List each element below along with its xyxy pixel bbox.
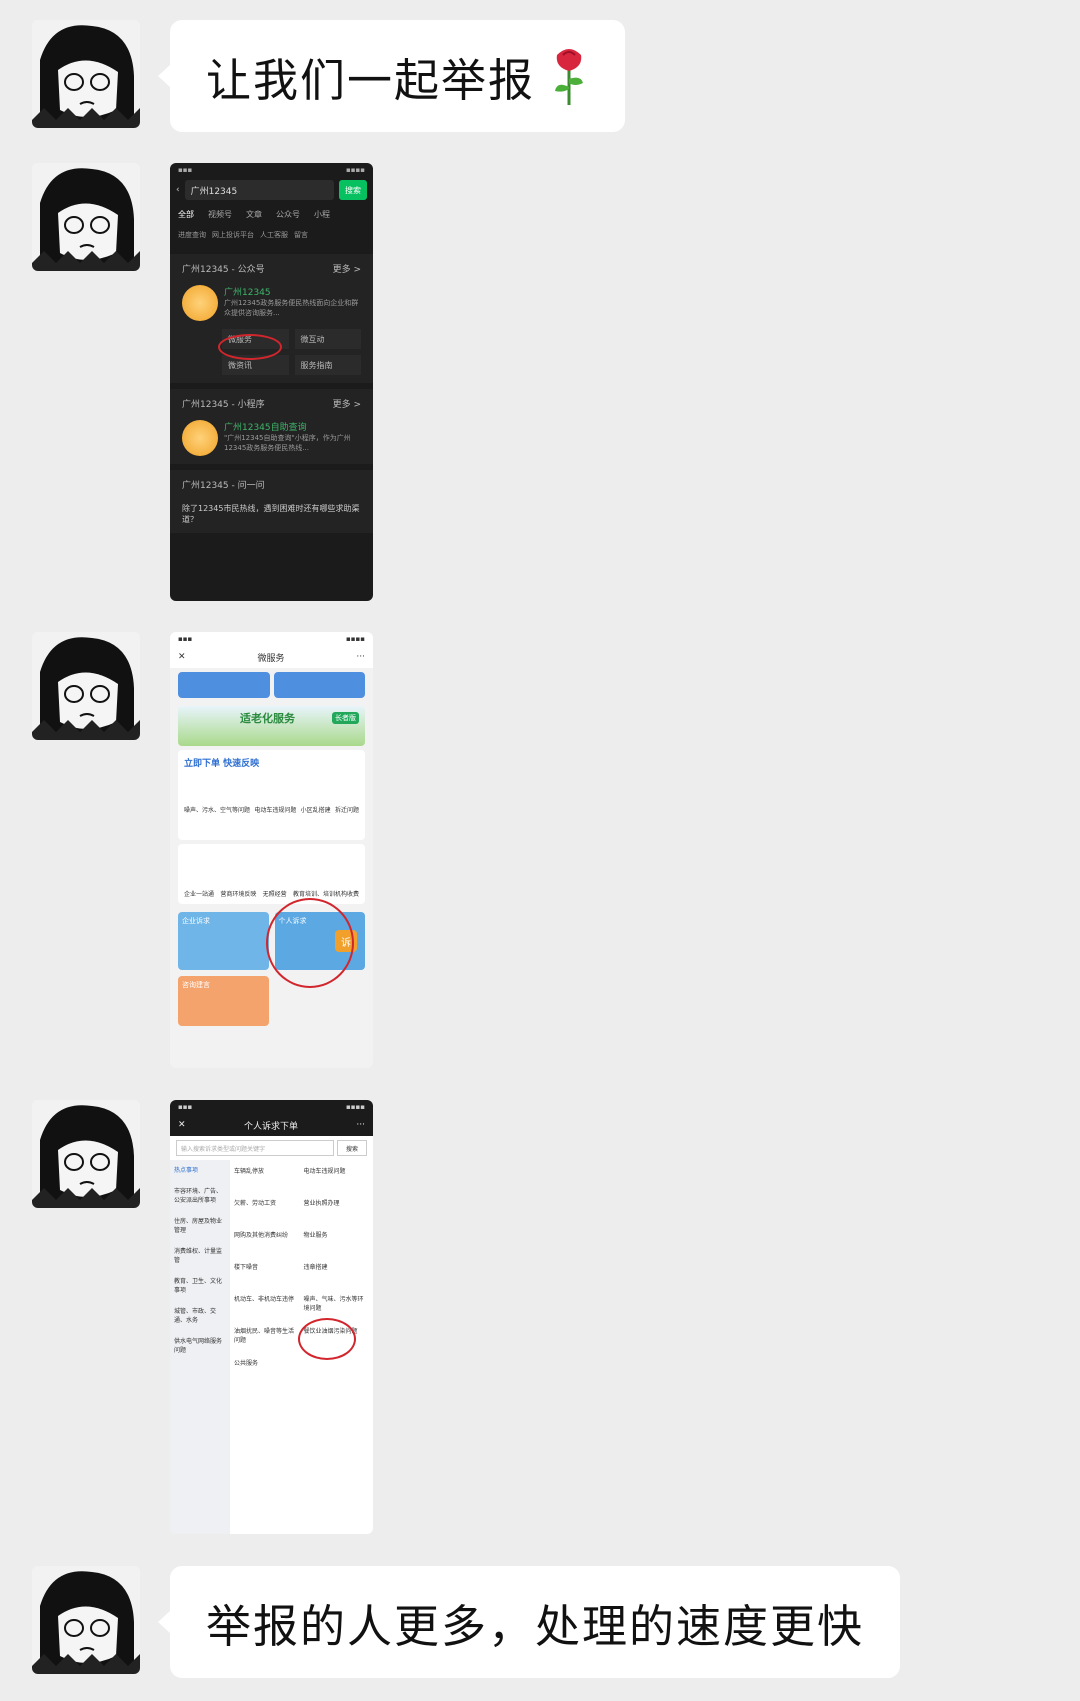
account-logo-icon	[182, 285, 218, 321]
mini-program-section: 广州12345 - 小程序 更多 > 广州12345自助查询 "广州12345自助…	[170, 389, 373, 464]
category-sidebar: 热点事项 市容环境、广告、公安派出所事项 住房、房屋及物业管理 消费维权、计量监…	[170, 1160, 230, 1534]
avatar[interactable]	[32, 1100, 140, 1208]
elderly-banner: 适老化服务 长者版	[178, 706, 365, 746]
search-tabs: 全部 视频号 文章 公众号 小程	[178, 210, 330, 219]
search-button: 搜索	[337, 1140, 367, 1156]
screenshot-micro-service[interactable]: ▪▪▪ ▪▪▪▪ ✕ 微服务 ··· 适老化服务 长者版 立即下单 快速反映 噪声…	[170, 632, 373, 1068]
avatar-image	[32, 163, 140, 271]
mini-program-logo-icon	[182, 420, 218, 456]
status-bar: ▪▪▪ ▪▪▪▪	[170, 1100, 373, 1114]
avatar[interactable]	[32, 20, 140, 128]
avatar[interactable]	[32, 1566, 140, 1674]
highlight-circle	[218, 334, 282, 360]
message-bubble[interactable]: 让我们一起举报	[157, 20, 626, 132]
highlight-circle	[266, 898, 354, 988]
close-icon: ✕	[178, 652, 186, 662]
back-icon: ‹	[176, 185, 180, 195]
official-account-section: 广州12345 - 公众号 更多 > 广州12345 广州12345政务服务便民热…	[170, 254, 373, 383]
message-text: 举报的人更多，处理的速度更快	[206, 1599, 865, 1653]
search-input: 广州12345	[184, 180, 334, 200]
avatar[interactable]	[32, 163, 140, 271]
highlight-circle	[298, 1318, 356, 1360]
message-bubble[interactable]: 举报的人更多，处理的速度更快	[157, 1566, 901, 1678]
more-icon: ···	[356, 652, 365, 662]
account-button: 微互动	[294, 329, 361, 349]
appeal-item: 机动车、非机动车违停	[234, 1296, 295, 1303]
avatar-image	[32, 1100, 140, 1208]
rose-icon	[555, 49, 584, 105]
appeal-item: 车辆乱停放	[234, 1168, 265, 1175]
message-text: 让我们一起举报	[206, 53, 536, 107]
appeal-item: 营业执照办理	[303, 1200, 340, 1207]
avatar-image	[32, 632, 140, 740]
appeal-item: 欠薪、劳动工资	[234, 1200, 277, 1207]
search-input: 输入搜索诉求类型或问题关键字	[176, 1140, 334, 1156]
avatar[interactable]	[32, 632, 140, 740]
screenshot-personal-appeal[interactable]: ▪▪▪ ▪▪▪▪ ✕ 个人诉求下单 ··· 输入搜索诉求类型或问题关键字 搜索 热…	[170, 1100, 373, 1534]
avatar-image	[32, 20, 140, 128]
appeal-item: 电动车违规问题	[303, 1168, 346, 1175]
status-bar: ▪▪▪ ▪▪▪▪	[170, 632, 373, 646]
avatar-image	[32, 1566, 140, 1674]
appeal-item: 公共服务	[234, 1360, 259, 1367]
appeal-item: 违章搭建	[303, 1264, 328, 1271]
enterprise-tile: 企业诉求	[178, 912, 269, 970]
screenshot-search-results[interactable]: ▪▪▪ ▪▪▪▪ ‹ 广州12345 搜索 全部 视频号 文章 公众号 小程 进度查询 网上…	[170, 163, 373, 601]
appeal-item: 网购及其他消费纠纷	[234, 1232, 289, 1239]
filter-chips: 进度查询 网上投诉平台 人工客服 留言	[178, 231, 308, 239]
close-icon: ✕	[178, 1120, 186, 1130]
status-bar: ▪▪▪ ▪▪▪▪	[178, 166, 365, 174]
search-button: 搜索	[339, 180, 367, 200]
advice-tile: 咨询建言	[178, 976, 269, 1026]
appeal-item: 油烟扰民、噪音等生活问题	[234, 1328, 295, 1344]
ask-section: 广州12345 - 问一问 除了12345市民热线，遇到困难时还有哪些求助渠道？	[170, 470, 373, 533]
more-icon: ···	[356, 1120, 365, 1130]
account-button: 服务指南	[294, 355, 361, 375]
appeal-item: 楼下噪音	[234, 1264, 259, 1271]
appeal-item: 物业服务	[303, 1232, 328, 1239]
